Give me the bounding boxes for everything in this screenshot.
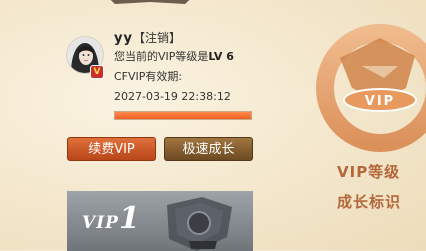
- username: yy: [114, 31, 133, 46]
- emblem-text: VIP: [365, 94, 395, 109]
- vip-shield-icon: [167, 197, 232, 251]
- expiry-label: CFVIP有效期:: [114, 70, 183, 83]
- expiry-datetime: 2027-03-19 22:38:12: [114, 90, 231, 103]
- vip-level-card[interactable]: VIP1: [67, 191, 253, 251]
- logout-link[interactable]: 【注销】: [133, 31, 181, 45]
- vip-badge-icon: V: [90, 65, 104, 79]
- vip-card-number: 1: [118, 201, 140, 236]
- avatar-container: V: [66, 36, 104, 79]
- vip-emblem-icon: VIP: [316, 24, 426, 152]
- user-info-card: V yy【注销】 您当前的VIP等级是LV 6 CFVIP有效期: 2027-0…: [0, 0, 270, 140]
- vip-level-value: LV 6: [208, 50, 234, 63]
- vip-card-word: VIP: [82, 213, 119, 233]
- vip-progress-fill: [115, 112, 251, 119]
- side-subtitle: 成长标识: [337, 193, 402, 211]
- side-title: VIP等级: [337, 163, 401, 181]
- vip-level-line: 您当前的VIP等级是LV 6: [114, 48, 234, 64]
- vip-card-label: VIP1: [82, 201, 140, 236]
- vip-level-prefix: 您当前的VIP等级是: [114, 50, 209, 63]
- username-row: yy【注销】: [114, 29, 181, 46]
- vip-progress-bar: [114, 111, 252, 120]
- renew-vip-button[interactable]: 续费VIP: [67, 137, 156, 161]
- speed-growth-button[interactable]: 极速成长: [164, 137, 253, 161]
